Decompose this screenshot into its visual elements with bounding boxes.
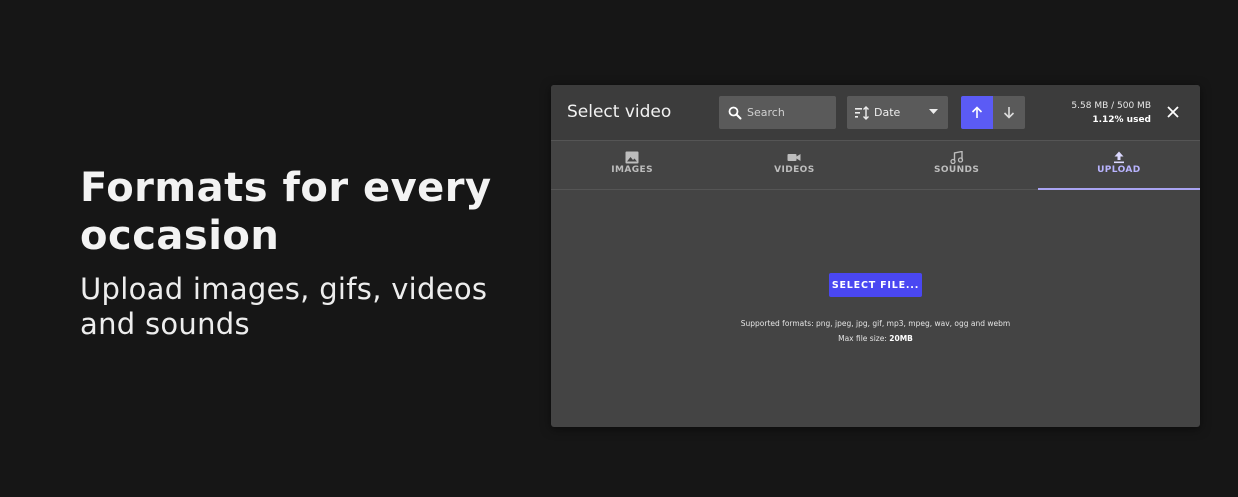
tab-sounds[interactable]: SOUNDS	[876, 141, 1038, 189]
tab-images[interactable]: IMAGES	[551, 141, 713, 189]
image-icon	[625, 151, 639, 164]
storage-usage-amount: 5.58 MB / 500 MB	[1071, 101, 1151, 111]
upload-icon	[1113, 151, 1124, 164]
search-box[interactable]	[719, 96, 836, 129]
arrow-up-icon	[971, 106, 983, 118]
hero: Formats for every occasion Upload images…	[80, 164, 500, 342]
search-icon	[728, 106, 742, 119]
select-file-button[interactable]: SELECT FILE...	[829, 273, 922, 297]
sort-dropdown[interactable]: Date	[847, 96, 948, 129]
tab-label: VIDEOS	[774, 165, 815, 175]
search-input[interactable]	[747, 106, 831, 119]
close-icon[interactable]	[1166, 105, 1180, 119]
sort-icon	[855, 105, 869, 120]
hero-title: Formats for every occasion	[80, 165, 492, 259]
media-picker-modal: Select video Date	[551, 85, 1200, 427]
max-file-size-label: Max file size:	[838, 334, 890, 343]
caret-down-icon	[929, 109, 938, 114]
supported-formats-text: Supported formats: png, jpeg, jpg, gif, …	[740, 319, 1011, 328]
media-tabs: IMAGES VIDEOS SOUNDS UPLOAD	[551, 141, 1200, 190]
max-file-size: Max file size: 20MB	[551, 331, 1200, 346]
music-note-icon	[949, 151, 963, 164]
modal-header: Select video Date	[551, 85, 1200, 141]
max-file-size-value: 20MB	[889, 334, 913, 343]
storage-usage: 5.58 MB / 500 MB 1.12% used	[1071, 99, 1151, 127]
upload-info: Supported formats: png, jpeg, jpg, gif, …	[551, 316, 1200, 346]
video-icon	[787, 154, 801, 161]
sort-ascending-button[interactable]	[961, 96, 993, 129]
sort-label: Date	[874, 106, 901, 119]
storage-usage-percent: 1.12% used	[1092, 115, 1151, 125]
tab-label: IMAGES	[611, 165, 653, 175]
sort-descending-button[interactable]	[993, 96, 1025, 129]
tab-label: SOUNDS	[933, 165, 980, 175]
arrow-down-icon	[1003, 107, 1015, 119]
hero-subtitle: Upload images, gifs, videos and sounds	[80, 272, 488, 341]
tab-label: UPLOAD	[1097, 165, 1141, 175]
modal-title: Select video	[567, 102, 672, 122]
tab-upload[interactable]: UPLOAD	[1037, 141, 1200, 190]
tab-videos[interactable]: VIDEOS	[713, 141, 875, 189]
